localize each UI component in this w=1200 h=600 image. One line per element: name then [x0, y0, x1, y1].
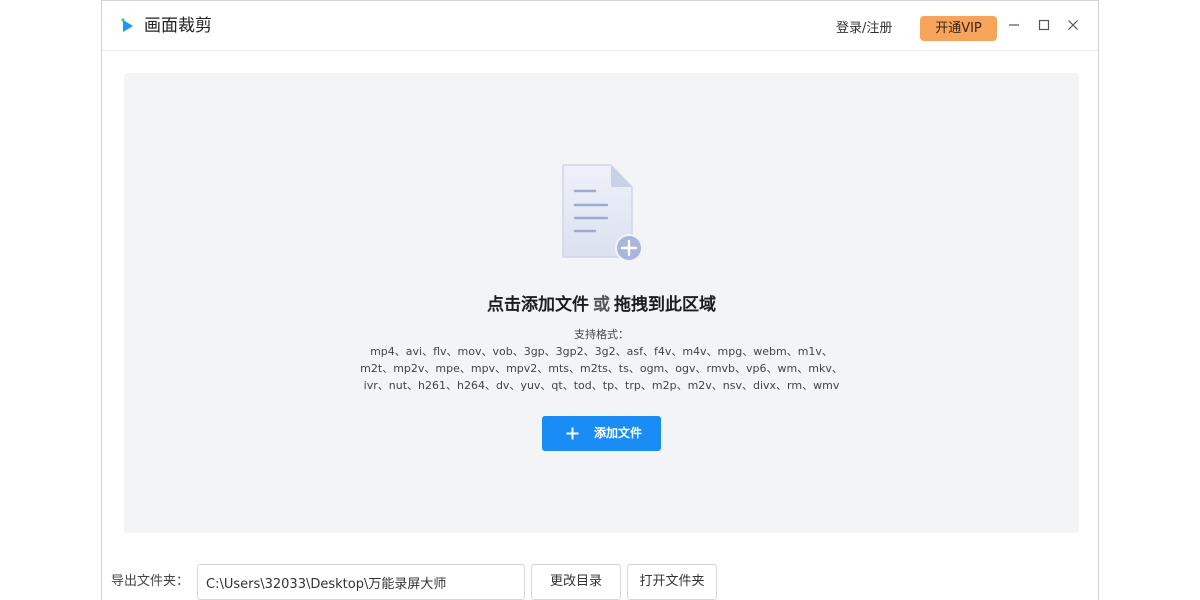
formats-list-line: m2t、mp2v、mpe、mpv、mpv2、mts、m2ts、ts、ogm、og…: [360, 362, 843, 375]
app-title: 画面裁剪: [144, 16, 212, 36]
close-icon[interactable]: [1065, 17, 1081, 33]
open-vip-button[interactable]: 开通VIP: [920, 16, 997, 41]
maximize-icon[interactable]: [1036, 17, 1052, 33]
or-text: 或: [593, 295, 610, 315]
drop-headline: 点击添加文件或拖拽到此区域: [124, 294, 1079, 316]
add-file-label: 添加文件: [594, 426, 643, 440]
minimize-icon[interactable]: [1006, 17, 1022, 33]
formats-list-line: mp4、avi、flv、mov、vob、3gp、3gp2、3g2、asf、f4v…: [370, 345, 833, 358]
play-logo-icon: [121, 18, 133, 32]
open-folder-button[interactable]: 打开文件夹: [627, 564, 717, 600]
supported-formats-label: 支持格式：: [574, 328, 629, 341]
plus-icon: [566, 427, 579, 440]
change-directory-button[interactable]: 更改目录: [531, 564, 621, 600]
export-path-input[interactable]: [197, 564, 525, 600]
login-register-link[interactable]: 登录/注册: [836, 20, 892, 38]
app-window: 画面裁剪 登录/注册 开通VIP 点击添加文件 或 拖拽到此区域 支持格式： m…: [101, 0, 1099, 600]
add-document-icon: [562, 164, 643, 262]
formats-list-line: ivr、nut、h261、h264、dv、yuv、qt、tod、tp、trp、m…: [363, 379, 840, 392]
click-add-text: 点击添加文件: [487, 295, 589, 315]
file-drop-zone[interactable]: 点击添加文件或拖拽到此区域 支持格式： mp4、avi、flv、mov、vob、…: [124, 73, 1079, 533]
title-bar: 画面裁剪 登录/注册 开通VIP: [102, 1, 1098, 51]
add-file-button[interactable]: 添加文件: [542, 416, 661, 451]
export-folder-label: 导出文件夹：: [111, 574, 190, 589]
drag-here-text: 拖拽到此区域: [614, 295, 716, 315]
